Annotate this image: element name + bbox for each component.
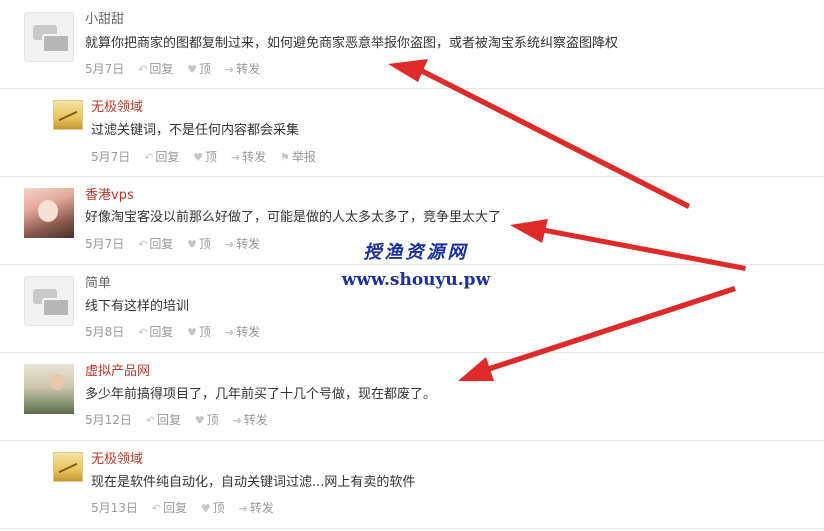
annotation-arrows <box>388 59 746 381</box>
annotation-arrowhead <box>388 59 428 82</box>
annotation-arrow <box>418 67 690 209</box>
annotation-arrowhead <box>458 357 494 381</box>
annotation-arrow <box>486 286 736 372</box>
annotation-arrowhead <box>510 219 548 243</box>
annotation-arrow <box>540 227 746 271</box>
